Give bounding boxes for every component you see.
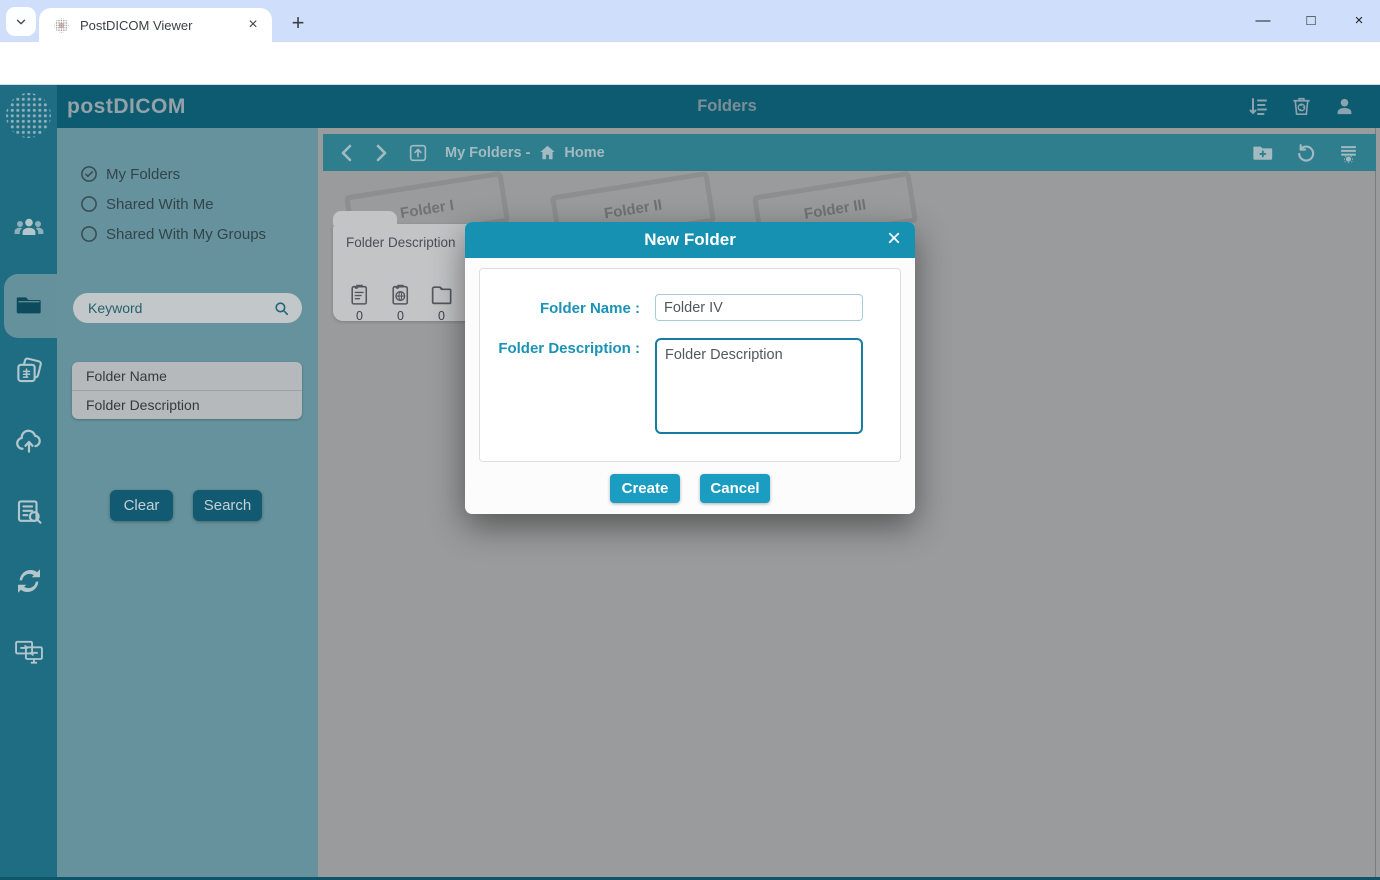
refresh-icon[interactable]	[1295, 142, 1317, 164]
cloud-upload-icon	[13, 426, 45, 456]
postdicom-logo-icon	[4, 91, 53, 140]
sidebar-item-worklist-search[interactable]	[0, 497, 57, 527]
chevron-down-icon	[14, 15, 28, 29]
tab-strip: PostDICOM Viewer × + — □ ×	[0, 0, 1380, 42]
count-label: 0	[356, 309, 363, 323]
up-folder-icon[interactable]	[407, 142, 429, 164]
sidebar-item-remote-devices[interactable]	[0, 636, 57, 666]
side-nav	[0, 85, 57, 880]
tab-search-button[interactable]	[6, 7, 36, 36]
radio-label: Shared With Me	[106, 196, 214, 213]
filter-panel: My Folders Shared With Me Shared With My…	[57, 128, 318, 880]
back-chevron-icon[interactable]	[339, 143, 355, 163]
modal-header: New Folder ×	[465, 222, 915, 258]
home-icon[interactable]	[538, 143, 557, 162]
sidebar-item-patients[interactable]	[0, 215, 57, 241]
clipboard-globe-icon	[388, 282, 413, 307]
clipboard-list-icon	[347, 282, 372, 307]
clear-button[interactable]: Clear	[110, 490, 173, 521]
folder-description: Folder Description	[346, 235, 456, 250]
create-button[interactable]: Create	[610, 474, 680, 503]
radio-checked-icon	[80, 165, 98, 183]
modal-close-icon[interactable]: ×	[887, 222, 901, 258]
window-controls: — □ ×	[1254, 0, 1368, 40]
sidebar-item-folders[interactable]	[0, 291, 57, 319]
page-title: Folders	[0, 85, 1380, 128]
window-close-button[interactable]: ×	[1350, 12, 1368, 29]
radio-unchecked-icon	[80, 225, 98, 243]
search-button[interactable]: Search	[193, 490, 262, 521]
browser-toolbar: ← → ↻ germany.postdicom.com/Viewer/Main …	[0, 42, 1380, 85]
new-folder-modal: New Folder × Folder Name : Folder Descri…	[465, 222, 915, 514]
list-item-folder-name[interactable]: Folder Name	[72, 362, 302, 390]
folder-description-textarea[interactable]: Folder Description	[655, 338, 863, 434]
browser-tab[interactable]: PostDICOM Viewer ×	[39, 8, 272, 42]
folder-name: Folder II	[603, 196, 663, 222]
tab-title: PostDICOM Viewer	[80, 18, 244, 33]
folder-name: Folder III	[803, 196, 867, 223]
window-maximize-button[interactable]: □	[1302, 12, 1320, 29]
radio-my-folders[interactable]: My Folders	[80, 164, 180, 184]
search-field-list: Folder Name Folder Description	[72, 362, 302, 419]
sort-list-icon[interactable]	[1246, 95, 1270, 119]
keyword-input[interactable]	[88, 300, 273, 316]
folder-icon	[13, 291, 45, 319]
export-queue-icon[interactable]	[1337, 142, 1360, 164]
sidebar-item-share[interactable]	[0, 566, 57, 596]
cancel-button[interactable]: Cancel	[700, 474, 770, 503]
dual-monitors-icon	[13, 636, 45, 666]
list-search-icon	[14, 497, 44, 527]
image-stack-icon	[14, 356, 44, 386]
browser-window: PostDICOM Viewer × + — □ × ← → ↻ germany…	[0, 0, 1380, 880]
radio-label: My Folders	[106, 166, 180, 183]
list-item-folder-description[interactable]: Folder Description	[72, 390, 302, 418]
folder-name-input[interactable]	[655, 294, 863, 321]
count-label: 0	[438, 309, 445, 323]
breadcrumb-home[interactable]: Home	[564, 145, 604, 161]
app-header: postDICOM Folders	[0, 85, 1380, 128]
favicon-icon	[53, 17, 70, 34]
count-label: 0	[397, 309, 404, 323]
breadcrumb-bar: My Folders - Home	[323, 134, 1376, 171]
folder-name: Folder I	[399, 196, 455, 221]
radio-shared-with-my-groups[interactable]: Shared With My Groups	[80, 224, 266, 244]
search-icon[interactable]	[273, 300, 290, 317]
forward-chevron-icon[interactable]	[373, 143, 389, 163]
recycle-bin-icon[interactable]	[1290, 95, 1313, 118]
account-icon[interactable]	[1333, 95, 1356, 118]
subfolder-icon	[429, 282, 454, 307]
sidebar-item-upload[interactable]	[0, 426, 57, 456]
folder-description-label: Folder Description :	[498, 340, 640, 357]
folder-name-label: Folder Name :	[540, 300, 640, 317]
sidebar-item-studies[interactable]	[0, 356, 57, 386]
modal-title: New Folder	[465, 222, 915, 258]
tab-close-icon[interactable]: ×	[244, 16, 262, 34]
radio-label: Shared With My Groups	[106, 226, 266, 243]
breadcrumb-path[interactable]: My Folders -	[445, 145, 530, 161]
window-minimize-button[interactable]: —	[1254, 12, 1272, 29]
people-group-icon	[13, 215, 45, 241]
radio-unchecked-icon	[80, 195, 98, 213]
keyword-search-box	[73, 293, 302, 323]
new-tab-button[interactable]: +	[283, 9, 313, 37]
sync-arrows-icon	[14, 566, 44, 596]
folder-card-stats: 0 0	[347, 282, 454, 323]
new-folder-icon[interactable]	[1251, 142, 1275, 164]
radio-shared-with-me[interactable]: Shared With Me	[80, 194, 214, 214]
